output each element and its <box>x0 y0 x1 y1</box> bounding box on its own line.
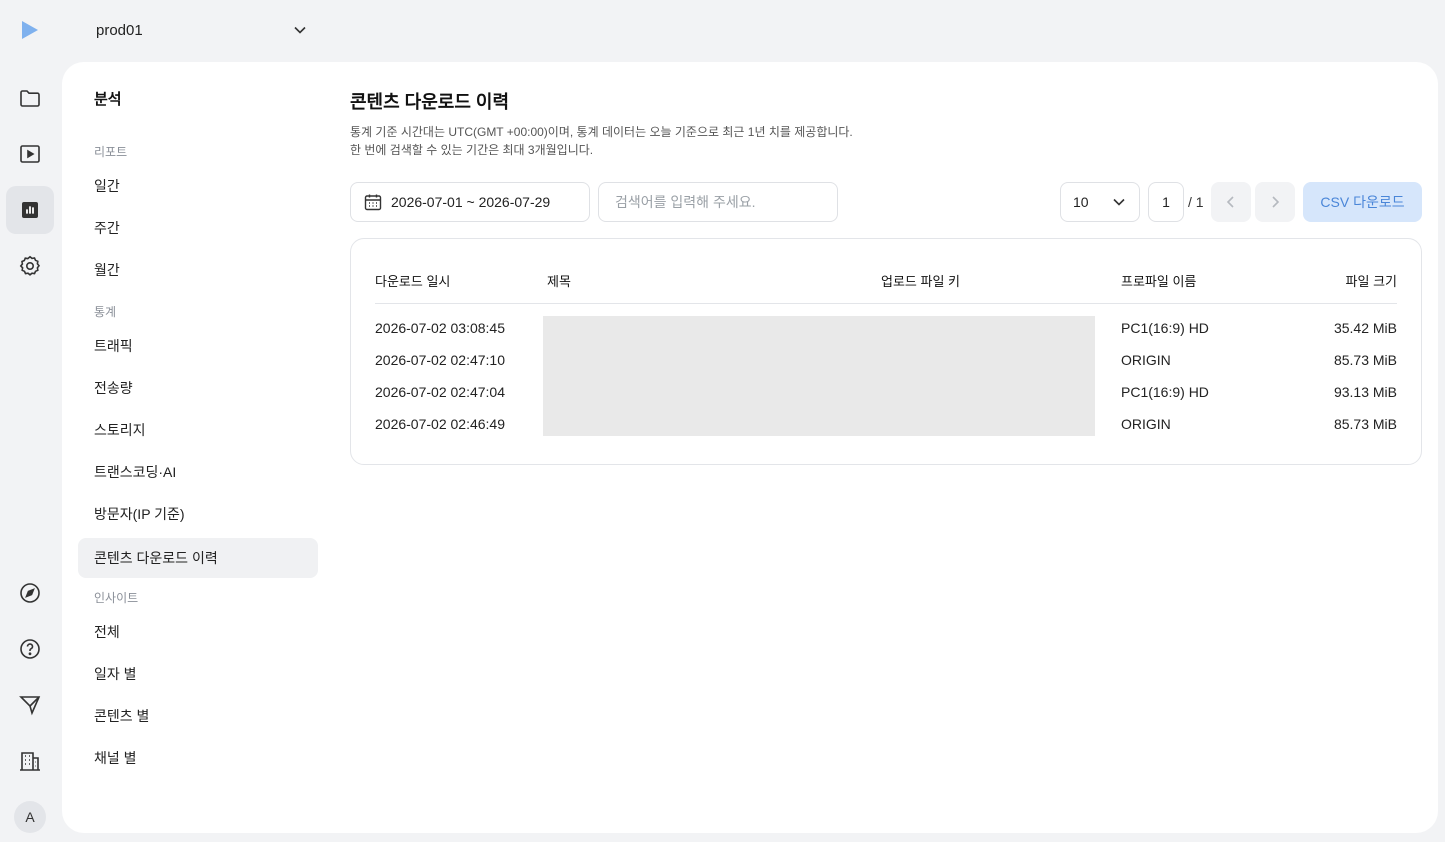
group-report: 리포트 <box>94 145 128 159</box>
chart-icon[interactable] <box>6 186 54 234</box>
subnav-item-storage[interactable]: 스토리지 <box>78 410 318 450</box>
chevron-down-icon <box>294 26 306 34</box>
group-stats: 통계 <box>94 305 117 319</box>
redacted-title-and-key-block <box>543 316 1095 436</box>
subnav-item-transfer[interactable]: 전송량 <box>78 368 318 408</box>
subnav-item-transcoding[interactable]: 트랜스코딩·AI <box>78 452 318 492</box>
header-download-datetime: 다운로드 일시 <box>375 274 451 289</box>
app-rail: A <box>0 0 62 842</box>
chevron-down-icon <box>1113 198 1125 206</box>
subnav-title: 분석 <box>94 91 122 108</box>
page-description-line1: 통계 기준 시간대는 UTC(GMT +00:00)이며, 통계 데이터는 오늘… <box>350 125 853 139</box>
page-title: 콘텐츠 다운로드 이력 <box>350 92 510 112</box>
logo-play-icon[interactable] <box>20 19 40 41</box>
header-file-size: 파일 크기 <box>1345 274 1397 289</box>
subnav-item-by-channel[interactable]: 채널 별 <box>78 738 318 778</box>
group-insight: 인사이트 <box>94 591 139 605</box>
send-icon[interactable] <box>6 681 54 729</box>
subnav-item-by-content[interactable]: 콘텐츠 별 <box>78 696 318 736</box>
subnav-item-daily[interactable]: 일간 <box>78 166 318 206</box>
help-icon[interactable] <box>6 625 54 673</box>
row-3-size: 93.13 MiB <box>1333 384 1397 400</box>
gear-icon[interactable] <box>6 242 54 290</box>
calendar-icon <box>364 194 382 211</box>
subnav-item-monthly[interactable]: 월간 <box>78 250 318 290</box>
header-profile-name: 프로파일 이름 <box>1121 274 1197 289</box>
row-2-size: 85.73 MiB <box>1333 352 1397 368</box>
play-icon[interactable] <box>6 130 54 178</box>
prev-page-button[interactable] <box>1211 182 1251 222</box>
row-1-size: 35.42 MiB <box>1333 320 1397 336</box>
row-3-datetime: 2026-07-02 02:47:04 <box>375 384 505 400</box>
row-1-datetime: 2026-07-02 03:08:45 <box>375 320 505 336</box>
project-selector[interactable]: prod01 <box>96 18 308 42</box>
subnav-item-traffic[interactable]: 트래픽 <box>78 326 318 366</box>
subnav-item-weekly[interactable]: 주간 <box>78 208 318 248</box>
subnav-item-by-date[interactable]: 일자 별 <box>78 654 318 694</box>
per-page-select[interactable]: 10 <box>1060 182 1140 222</box>
row-2-datetime: 2026-07-02 02:47:10 <box>375 352 505 368</box>
header-title: 제목 <box>547 274 571 289</box>
csv-download-button[interactable]: CSV 다운로드 <box>1303 182 1422 222</box>
subnav-item-visitors[interactable]: 방문자(IP 기준) <box>78 494 318 534</box>
page-total: / 1 <box>1188 194 1204 210</box>
subnav-item-all[interactable]: 전체 <box>78 612 318 652</box>
search-input[interactable] <box>598 182 838 222</box>
row-3-profile: PC1(16:9) HD <box>1121 384 1209 400</box>
row-2-profile: ORIGIN <box>1121 352 1171 368</box>
row-4-datetime: 2026-07-02 02:46:49 <box>375 416 505 432</box>
subnav-item-downloads[interactable]: 콘텐츠 다운로드 이력 <box>78 538 318 578</box>
building-icon[interactable] <box>6 737 54 785</box>
header-upload-file-key: 업로드 파일 키 <box>881 274 960 289</box>
chevron-left-icon <box>1226 196 1234 208</box>
per-page-value: 10 <box>1073 194 1089 210</box>
header-divider <box>375 303 1397 304</box>
row-4-size: 85.73 MiB <box>1333 416 1397 432</box>
date-range-value: 2026-07-01 ~ 2026-07-29 <box>391 194 551 210</box>
date-range-picker[interactable]: 2026-07-01 ~ 2026-07-29 <box>350 182 590 222</box>
avatar[interactable]: A <box>14 801 46 833</box>
download-history-table: 다운로드 일시 제목 업로드 파일 키 프로파일 이름 파일 크기 2026-0… <box>350 238 1422 465</box>
row-1-profile: PC1(16:9) HD <box>1121 320 1209 336</box>
chevron-right-icon <box>1272 196 1280 208</box>
main-panel: 분석 리포트 일간 주간 월간 통계 트래픽 전송량 스토리지 트랜스코딩·AI… <box>62 62 1438 833</box>
page-number-input[interactable] <box>1148 182 1184 222</box>
folder-icon[interactable] <box>6 74 54 122</box>
compass-icon[interactable] <box>6 569 54 617</box>
page-description-line2: 한 번에 검색할 수 있는 기간은 최대 3개월입니다. <box>350 143 594 157</box>
next-page-button[interactable] <box>1255 182 1295 222</box>
project-name: prod01 <box>96 21 143 39</box>
row-4-profile: ORIGIN <box>1121 416 1171 432</box>
